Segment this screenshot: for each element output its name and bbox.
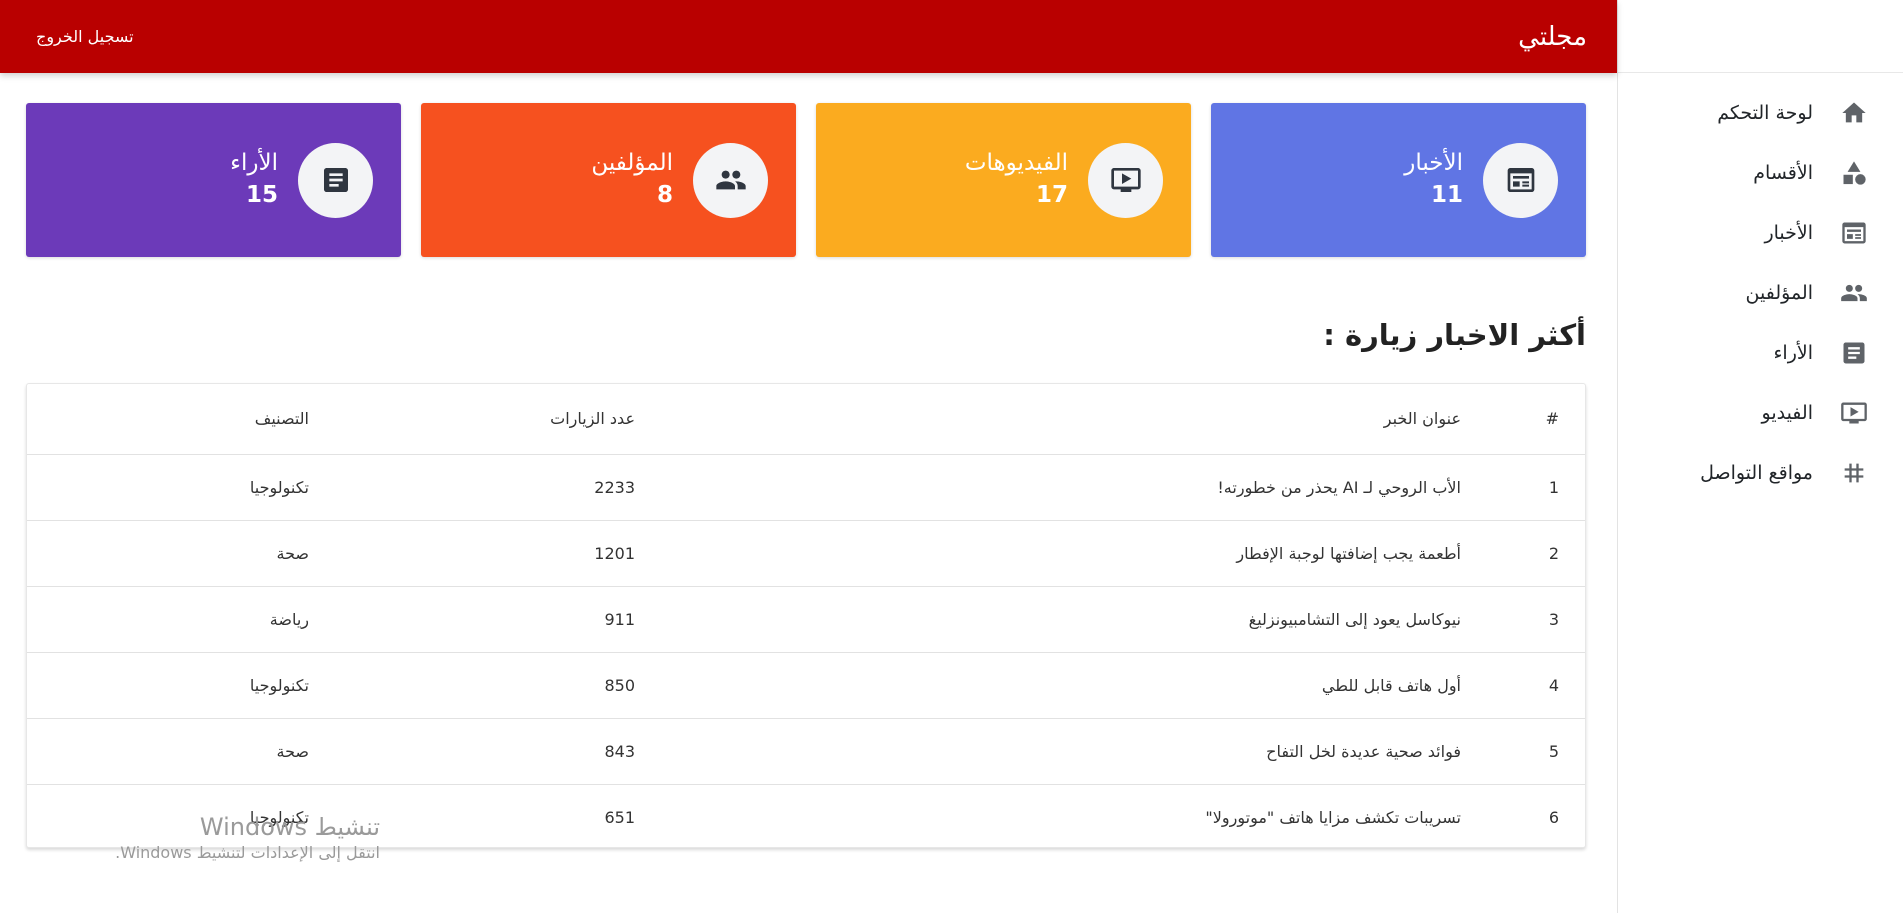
stat-card-title: المؤلفين xyxy=(591,150,673,176)
cell-category: صحة xyxy=(276,543,310,563)
col-header-num: # xyxy=(1545,409,1559,429)
stat-card-text: الأراء 15 xyxy=(230,148,278,212)
table-row: 6 تسريبات تكشف مزايا هاتف "موتورولا" 651… xyxy=(27,784,1585,847)
sidebar-item-authors[interactable]: المؤلفين xyxy=(1618,263,1903,323)
article-icon xyxy=(298,142,373,218)
stat-card-opinions[interactable]: الأراء 15 xyxy=(26,103,401,257)
newspaper-icon xyxy=(1839,218,1869,248)
cell-title: فوائد صحية عديدة لخل التفاح xyxy=(1266,741,1461,761)
cell-category: تكنولوجيا xyxy=(249,807,309,827)
newspaper-icon xyxy=(1483,142,1558,218)
table-row: 1 الأب الروحي لـ AI يحذر من خطورته! 2233… xyxy=(27,454,1585,520)
cell-category: تكنولوجيا xyxy=(249,675,309,695)
cell-visits: 651 xyxy=(604,807,635,827)
home-icon xyxy=(1839,98,1869,128)
stat-card-count: 15 xyxy=(245,182,278,208)
hashtag-icon xyxy=(1839,458,1869,488)
stat-card-count: 8 xyxy=(656,182,673,208)
sidebar-item-label: الأخبار xyxy=(1764,222,1813,244)
cell-visits: 911 xyxy=(604,609,635,629)
stat-card-title: الأراء xyxy=(230,150,278,176)
people-icon xyxy=(1839,278,1869,308)
app-root: لوحة التحكم الأقسام الأخبار المؤلفين الأ… xyxy=(0,0,1903,913)
sidebar-item-label: الفيديو xyxy=(1761,402,1814,424)
stat-card-title: الفيديوهات xyxy=(964,150,1068,176)
table-row: 2 أطعمة يجب إضافتها لوجبة الإفطار 1201 ص… xyxy=(27,520,1585,586)
cell-num: 1 xyxy=(1548,477,1559,497)
video-icon xyxy=(1088,142,1163,218)
col-header-visits: عدد الزيارات xyxy=(550,409,635,429)
people-icon xyxy=(693,142,768,218)
cell-title: أول هاتف قابل للطي xyxy=(1321,675,1461,695)
sidebar-item-categories[interactable]: الأقسام xyxy=(1618,143,1903,203)
stat-card-authors[interactable]: المؤلفين 8 xyxy=(421,103,796,257)
main-content: الأخبار 11 الفيديوهات 17 المؤلفين 8 الأر… xyxy=(0,73,1617,913)
cell-num: 4 xyxy=(1548,675,1559,695)
cell-title: تسريبات تكشف مزايا هاتف "موتورولا" xyxy=(1205,807,1461,827)
sidebar-item-label: الأقسام xyxy=(1753,162,1813,184)
cell-num: 2 xyxy=(1548,543,1559,563)
top-header: مجلتي تسجيل الخروج xyxy=(0,0,1617,73)
cell-title: نيوكاسل يعود إلى التشامبيونزليغ xyxy=(1248,609,1461,629)
cell-category: تكنولوجيا xyxy=(249,477,309,497)
sidebar-item-news[interactable]: الأخبار xyxy=(1618,203,1903,263)
logout-link[interactable]: تسجيل الخروج xyxy=(36,27,134,46)
cell-title: أطعمة يجب إضافتها لوجبة الإفطار xyxy=(1236,543,1461,563)
sidebar-item-label: مواقع التواصل xyxy=(1700,462,1813,484)
cell-visits: 843 xyxy=(604,741,635,761)
cell-num: 3 xyxy=(1548,609,1559,629)
col-header-category: التصنيف xyxy=(254,409,309,429)
stat-card-text: الأخبار 11 xyxy=(1404,148,1463,212)
stat-card-text: الفيديوهات 17 xyxy=(965,148,1068,212)
table-row: 3 نيوكاسل يعود إلى التشامبيونزليغ 911 ري… xyxy=(27,586,1585,652)
shapes-icon xyxy=(1839,158,1869,188)
stat-card-count: 11 xyxy=(1430,182,1463,208)
table-header-row: # عنوان الخبر عدد الزيارات التصنيف xyxy=(27,384,1585,454)
stat-card-title: الأخبار xyxy=(1404,150,1463,176)
most-visited-heading: أكثر الاخبار زيارة : xyxy=(1323,318,1586,352)
sidebar-item-label: لوحة التحكم xyxy=(1717,102,1813,124)
col-header-title: عنوان الخبر xyxy=(1383,409,1461,429)
stat-card-count: 17 xyxy=(1035,182,1068,208)
cell-num: 6 xyxy=(1548,807,1559,827)
table-row: 5 فوائد صحية عديدة لخل التفاح 843 صحة xyxy=(27,718,1585,784)
sidebar-item-label: الأراء xyxy=(1773,342,1813,364)
stat-card-text: المؤلفين 8 xyxy=(591,148,673,212)
sidebar-nav: لوحة التحكم الأقسام الأخبار المؤلفين الأ… xyxy=(1618,73,1903,503)
stat-card-news[interactable]: الأخبار 11 xyxy=(1211,103,1586,257)
cell-title: الأب الروحي لـ AI يحذر من خطورته! xyxy=(1217,477,1461,497)
video-icon xyxy=(1839,398,1869,428)
stat-card-videos[interactable]: الفيديوهات 17 xyxy=(816,103,1191,257)
most-visited-table: # عنوان الخبر عدد الزيارات التصنيف 1 الأ… xyxy=(26,383,1586,848)
brand-title[interactable]: مجلتي xyxy=(1518,22,1587,52)
sidebar: لوحة التحكم الأقسام الأخبار المؤلفين الأ… xyxy=(1617,0,1903,913)
news-table: # عنوان الخبر عدد الزيارات التصنيف 1 الأ… xyxy=(27,384,1585,847)
sidebar-item-social[interactable]: مواقع التواصل xyxy=(1618,443,1903,503)
sidebar-item-video[interactable]: الفيديو xyxy=(1618,383,1903,443)
cell-num: 5 xyxy=(1548,741,1559,761)
article-icon xyxy=(1839,338,1869,368)
sidebar-item-label: المؤلفين xyxy=(1745,282,1813,304)
stats-cards: الأخبار 11 الفيديوهات 17 المؤلفين 8 الأر… xyxy=(26,103,1586,257)
cell-category: رياضة xyxy=(269,609,309,629)
cell-category: صحة xyxy=(276,741,310,761)
sidebar-item-opinions[interactable]: الأراء xyxy=(1618,323,1903,383)
table-row: 4 أول هاتف قابل للطي 850 تكنولوجيا xyxy=(27,652,1585,718)
cell-visits: 850 xyxy=(604,675,635,695)
cell-visits: 2233 xyxy=(594,477,635,497)
sidebar-item-dashboard[interactable]: لوحة التحكم xyxy=(1618,83,1903,143)
sidebar-header xyxy=(1618,0,1903,73)
cell-visits: 1201 xyxy=(594,543,635,563)
